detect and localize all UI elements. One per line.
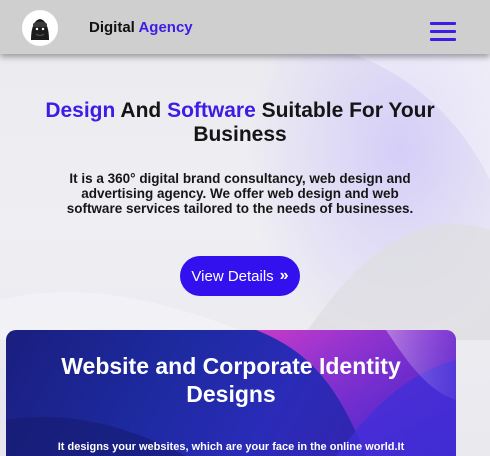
brand-accent: Agency [138, 19, 193, 36]
site-header: Digital Agency [0, 0, 490, 54]
hero-title-accent-design: Design [45, 99, 116, 122]
services-card: Website and Corporate Identity Designs I… [6, 330, 456, 456]
card-title: Website and Corporate Identity Designs [61, 353, 401, 407]
hero-title-and: And [115, 99, 168, 122]
double-chevron-right-icon: » [279, 267, 289, 284]
brand-name[interactable]: Digital Agency [89, 19, 193, 36]
hero-description: It is a 360° digital brand consultancy, … [66, 171, 414, 216]
hero-title-accent-software: Software [167, 99, 256, 122]
gorilla-logo-icon[interactable] [22, 10, 58, 46]
view-details-label: View Details [191, 267, 274, 285]
hamburger-bar [430, 22, 456, 25]
hamburger-bar [430, 38, 456, 41]
hero-title: Design And Software Suitable For Your Bu… [30, 99, 450, 147]
hamburger-bar [430, 30, 456, 33]
hamburger-menu-icon[interactable] [430, 22, 456, 42]
brand-primary: Digital [89, 19, 135, 36]
view-details-button[interactable]: View Details » [180, 256, 300, 296]
card-description: It designs your websites, which are your… [57, 441, 405, 453]
